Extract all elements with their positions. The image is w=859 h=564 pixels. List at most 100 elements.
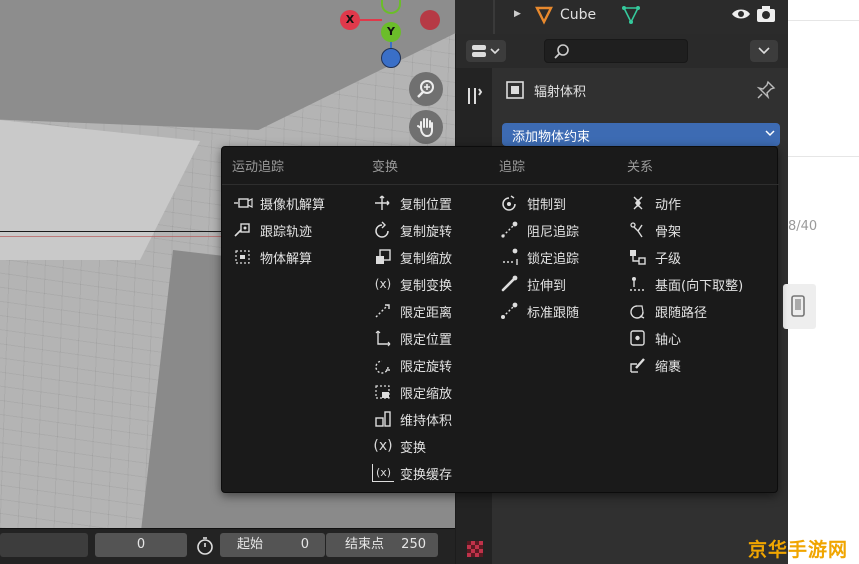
menu-item-copy-rotation[interactable]: 复制旋转 [372,219,452,241]
menu-item-label: 变换 [400,440,427,456]
menu-item-copy-scale[interactable]: 复制缩放 [372,246,452,268]
menu-item-label: 基面(向下取整) [655,278,744,294]
end-value: 250 [401,537,426,552]
menu-item-object-solver[interactable]: 物体解算 [232,246,312,268]
phone-icon [791,295,805,317]
transform-cache-icon: (x) [372,464,394,482]
expand-arrow-icon[interactable]: ▶ [514,9,521,19]
menu-item-stretch-to[interactable]: 拉伸到 [499,273,566,295]
timeline-bar: 0 起始 0 结束点 250 [0,528,455,564]
menu-col-header-transform: 变换 [372,160,399,175]
menu-item-pivot[interactable]: 轴心 [627,327,681,349]
properties-editor-icon [472,45,500,57]
menu-item-action[interactable]: 动作 [627,192,681,214]
menu-item-label: 复制变换 [400,278,453,294]
tool-tab-icon[interactable] [465,85,485,107]
zoom-icon [417,80,434,98]
menu-item-label: 限定旋转 [400,359,453,375]
copy-rotation-icon [372,221,394,239]
stretch-to-icon [499,275,521,293]
menu-item-transform-cache[interactable]: (x) 变换缓存 [372,462,452,484]
menu-item-limit-location[interactable]: 限定位置 [372,327,452,349]
menu-item-label: 锁定追踪 [527,251,580,267]
action-icon [627,194,649,212]
menu-item-follow-track[interactable]: 跟踪轨迹 [232,219,312,241]
end-frame-field[interactable]: 结束点 250 [326,533,438,557]
camera-render-icon[interactable] [756,5,776,23]
menu-item-maintain-volume[interactable]: 维持体积 [372,408,452,430]
current-frame-field[interactable]: 0 [95,533,187,557]
zoom-button[interactable] [409,72,443,106]
menu-item-limit-scale[interactable]: 限定缩放 [372,381,452,403]
floor-light-region [0,120,200,260]
properties-header [456,34,789,68]
menu-item-label: 变换缓存 [400,467,453,483]
copy-location-icon [372,194,394,212]
menu-col-header-motion-tracking: 运动追踪 [232,160,285,175]
end-label: 结束点 [345,537,385,552]
outliner-object-name[interactable]: Cube [560,7,596,23]
menu-item-label: 动作 [655,197,682,213]
pan-button[interactable] [409,110,443,144]
gizmo-z-axis[interactable] [381,48,401,68]
menu-item-label: 骨架 [655,224,682,240]
clamp-to-icon [499,194,521,212]
watermark: 京华手游网 [748,539,849,561]
texture-tab-icon[interactable] [467,541,483,557]
menu-item-label: 缩裹 [655,359,682,375]
menu-item-armature[interactable]: 骨架 [627,219,681,241]
transformation-icon: (x) [373,438,393,454]
menu-item-copy-location[interactable]: 复制位置 [372,192,452,214]
menu-item-child-of[interactable]: 子级 [627,246,681,268]
menu-item-limit-distance[interactable]: 限定距离 [372,300,452,322]
phone-button[interactable] [783,284,816,329]
options-dropdown-button[interactable] [750,40,778,62]
armature-icon [627,221,649,239]
menu-item-transformation[interactable]: (x) 变换 [372,435,426,457]
add-constraint-label: 添加物体约束 [512,130,591,145]
add-object-constraint-button[interactable]: 添加物体约束 [502,123,780,146]
editor-type-button[interactable] [466,40,506,62]
menu-item-label: 复制缩放 [400,251,453,267]
menu-item-label: 摄像机解算 [260,197,326,213]
menu-col-header-relationship: 关系 [627,160,654,175]
eye-icon[interactable] [731,6,751,22]
limit-distance-icon [372,302,394,320]
menu-item-clamp-to[interactable]: 钳制到 [499,192,566,214]
menu-item-label: 限定位置 [400,332,453,348]
menu-item-label: 维持体积 [400,413,453,429]
menu-item-follow-path[interactable]: 跟随路径 [627,300,707,322]
property-search-input[interactable] [544,39,688,63]
menu-item-label: 复制旋转 [400,224,453,240]
menu-item-shrinkwrap[interactable]: 缩裹 [627,354,681,376]
start-frame-field[interactable]: 起始 0 [220,533,325,557]
menu-item-floor[interactable]: 基面(向下取整) [627,273,743,295]
menu-item-copy-transforms[interactable]: (x) 复制变换 [372,273,452,295]
menu-item-label: 阻尼追踪 [527,224,580,240]
floor-icon [627,275,649,293]
menu-col-header-tracking: 追踪 [499,160,526,175]
menu-item-label: 轴心 [655,332,682,348]
limit-scale-icon [372,383,394,401]
timeline-left-field[interactable] [0,533,88,557]
menu-item-damped-track[interactable]: 阻尼追踪 [499,219,579,241]
gizmo-neg-x-axis[interactable] [420,10,440,30]
chevron-down-icon [765,130,775,137]
pin-icon[interactable] [756,80,776,100]
menu-item-label: 拉伸到 [527,278,567,294]
menu-item-track-to[interactable]: 标准跟随 [499,300,579,322]
pivot-icon [627,329,649,347]
object-box-icon [506,81,524,99]
start-label: 起始 [237,537,264,552]
object-solver-icon [232,248,254,266]
copy-transforms-icon: (x) [374,277,392,291]
gizmo-y-axis[interactable]: Y [381,22,401,42]
stopwatch-icon[interactable] [194,535,216,557]
divider [788,156,859,157]
gizmo-x-axis[interactable]: X [340,10,360,30]
search-icon [554,44,569,59]
menu-item-camera-solver[interactable]: 摄像机解算 [232,192,325,214]
menu-separator [222,184,779,185]
menu-item-locked-track[interactable]: 锁定追踪 [499,246,579,268]
menu-item-limit-rotation[interactable]: 限定旋转 [372,354,452,376]
